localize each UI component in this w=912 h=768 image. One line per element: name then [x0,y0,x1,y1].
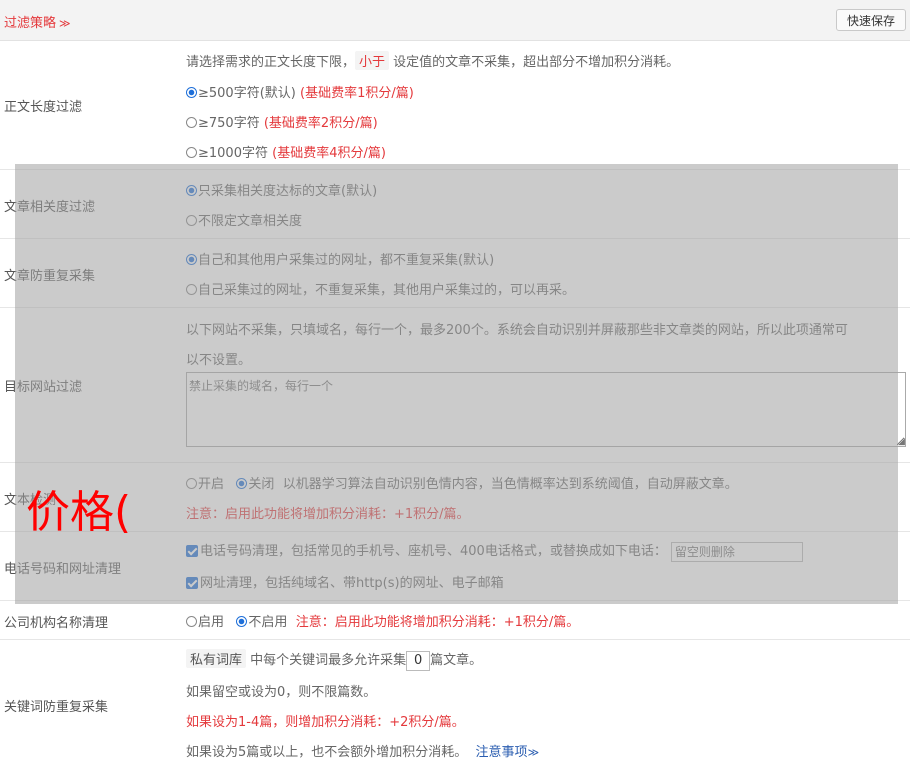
option-note: (基础费率2积分/篇) [263,116,378,131]
checkbox-icon[interactable] [186,545,198,557]
option-label: ≥750字符 [198,116,260,131]
option-label: 自己采集过的网址，不重复采集，其他用户采集过的，可以再采。 [198,283,576,298]
desc-text: 请选择需求的正文长度下限， [186,55,356,70]
text-safety-note: 注意：启用此功能将增加积分消耗：+1积分/篇。 [186,507,470,522]
notice-link-label: 注意事项 [475,745,528,760]
relevance-filter-label: 文章相关度过滤 [4,200,96,215]
radio-icon[interactable] [236,616,248,627]
option-label: ≥1000字符 [198,146,268,161]
company-clean-options: 启用 不启用 注意：启用此功能将增加积分消耗：+1积分/篇。 [186,611,579,630]
replacement-phone-input[interactable] [670,541,803,562]
text-safety-on[interactable]: 开启 [186,477,224,492]
radio-icon[interactable] [186,185,197,196]
dedupe-option-self[interactable]: 自己采集过的网址，不重复采集，其他用户采集过的，可以再采。 [186,279,575,298]
desc-text: 设定值的文章不采集，超出部分不增加积分消耗。 [393,55,680,70]
option-label: 不限定文章相关度 [198,214,303,229]
keyword-dedupe-line4: 如果设为5篇或以上，也不会额外增加积分消耗。 注意事项≫ [186,741,539,760]
relevance-option-any[interactable]: 不限定文章相关度 [186,210,302,229]
company-clean-row: 公司机构名称清理 启用 不启用 注意：启用此功能将增加积分消耗：+1积分/篇。 [0,601,910,640]
option-note: (基础费率4积分/篇) [272,146,386,161]
text-safety-off[interactable]: 关闭 [236,477,274,492]
radio-icon[interactable] [236,478,248,489]
company-clean-on[interactable]: 启用 [186,615,224,630]
length-option-500[interactable]: ≥500字符(默认) (基础费率1积分/篇) [186,82,414,101]
option-label: 启用 [198,615,225,630]
keyword-dedupe-line1: 私有词库 中每个关键词最多允许采集 0 篇文章。 [186,649,482,671]
option-label: 自己和其他用户采集过的网址，都不重复采集(默认) [198,253,495,268]
option-label: 开启 [198,477,225,492]
relevance-option-qualified[interactable]: 只采集相关度达标的文章(默认) [186,180,377,199]
blocked-domains-textarea[interactable] [186,372,906,447]
keyword-dedupe-text: 中每个关键词最多允许采集 [250,653,407,668]
private-lexicon-tag: 私有词库 [186,649,247,668]
url-clean-option: 网址清理，包括纯域名、带http(s)的网址、电子邮箱 [186,572,504,591]
radio-icon[interactable] [186,215,197,226]
radio-icon[interactable] [186,284,197,295]
text-safety-options: 开启 关闭 以机器学习算法自动识别色情内容，当色情概率达到系统阈值，自动屏蔽文章… [186,473,738,492]
relevance-filter-row: 文章相关度过滤 只采集相关度达标的文章(默认) 不限定文章相关度 [0,170,910,239]
length-filter-desc: 请选择需求的正文长度下限， 小于 设定值的文章不采集，超出部分不增加积分消耗。 [186,51,679,70]
length-filter-label: 正文长度过滤 [4,100,83,115]
length-filter-row: 正文长度过滤 请选择需求的正文长度下限， 小于 设定值的文章不采集，超出部分不增加… [0,41,910,170]
option-label: 关闭 [248,477,275,492]
header-title: 过滤策略 [4,16,57,31]
radio-icon[interactable] [186,616,197,627]
site-filter-desc-line1: 以下网站不采集，只填域名，每行一个，最多200个。系统会自动识别并屏蔽那些非文章… [186,323,848,338]
keyword-dedupe-line2: 如果留空或设为0，则不限篇数。 [186,685,377,700]
option-label: 不启用 [248,615,288,630]
filter-strategy-header: 过滤策略 ≫ 快速保存 [0,0,910,41]
dedupe-row: 文章防重复采集 自己和其他用户采集过的网址，都不重复采集(默认) 自己采集过的网… [0,239,910,308]
chevron-down-icon: ≫ [527,746,540,759]
notice-link[interactable]: 注意事项≫ [476,745,540,760]
keyword-dedupe-row: 关键词防重复采集 私有词库 中每个关键词最多允许采集 0 篇文章。 如果留空或设为0… [0,640,910,768]
company-clean-note: 注意：启用此功能将增加积分消耗：+1积分/篇。 [295,615,580,630]
radio-icon[interactable] [186,478,197,489]
phone-clean-option: 电话号码清理，包括常见的手机号、座机号、400电话格式，或替换成如下电话： [186,540,803,562]
keyword-dedupe-label: 关键词防重复采集 [4,700,109,715]
text-safety-row: 文本检测 开启 关闭 以机器学习算法自动识别色情内容，当色情概率达到系统阈值，自… [0,463,910,532]
less-than-tag: 小于 [355,51,390,70]
resize-handle-icon[interactable]: ◢ [898,437,905,447]
option-label: 只采集相关度达标的文章(默认) [198,184,378,199]
dedupe-label: 文章防重复采集 [4,269,96,284]
radio-icon[interactable] [186,147,197,158]
quick-save-button[interactable]: 快速保存 [836,9,906,31]
site-filter-desc-line2: 以不设置。 [186,353,252,368]
keyword-max-input[interactable]: 0 [406,650,431,671]
radio-icon[interactable] [186,254,197,265]
text-safety-desc: 以机器学习算法自动识别色情内容，当色情概率达到系统阈值，自动屏蔽文章。 [282,477,738,492]
url-clean-text: 网址清理，包括纯域名、带http(s)的网址、电子邮箱 [200,576,504,591]
contact-clean-label: 电话号码和网址清理 [4,562,122,577]
checkbox-icon[interactable] [186,577,198,589]
overlay-price-text: 价格( [26,487,132,538]
keyword-dedupe-text: 篇文章。 [430,653,483,668]
company-clean-off[interactable]: 不启用 [236,615,287,630]
length-option-750[interactable]: ≥750字符 (基础费率2积分/篇) [186,112,378,131]
keyword-dedupe-text: 如果设为5篇或以上，也不会额外增加积分消耗。 [186,745,468,760]
site-filter-label: 目标网站过滤 [4,380,83,395]
radio-icon[interactable] [186,87,197,98]
option-note: (基础费率1积分/篇) [300,86,414,101]
company-clean-label: 公司机构名称清理 [4,616,109,631]
radio-icon[interactable] [186,117,197,128]
filter-strategy-toggle[interactable]: 过滤策略 ≫ [4,12,71,31]
keyword-dedupe-line3: 如果设为1-4篇，则增加积分消耗：+2积分/篇。 [186,715,465,730]
option-label: ≥500字符(默认) [198,86,296,101]
phone-clean-text: 电话号码清理，包括常见的手机号、座机号、400电话格式，或替换成如下电话： [200,544,667,559]
contact-clean-row: 电话号码和网址清理 电话号码清理，包括常见的手机号、座机号、400电话格式，或替… [0,532,910,601]
chevron-down-icon: ≫ [59,17,71,30]
dedupe-option-all[interactable]: 自己和其他用户采集过的网址，都不重复采集(默认) [186,249,494,268]
length-option-1000[interactable]: ≥1000字符 (基础费率4积分/篇) [186,142,386,161]
